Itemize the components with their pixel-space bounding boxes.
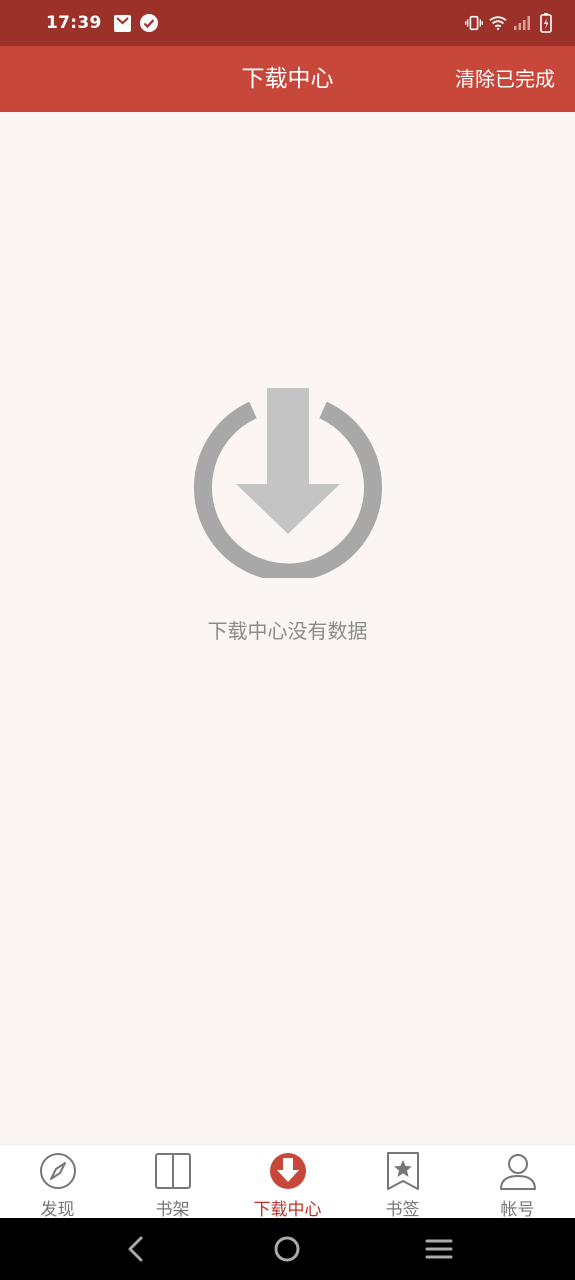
status-time: 17:39 [46,13,102,33]
clear-completed-button[interactable]: 清除已完成 [455,46,555,112]
nav-label-account: 帐号 [500,1200,535,1220]
empty-state-text: 下载中心没有数据 [207,619,368,643]
vibrate-icon [465,14,483,32]
compass-icon [38,1151,78,1191]
status-left-icons [114,14,158,32]
nav-label-bookmarks: 书签 [385,1200,420,1220]
signal-icon [513,14,531,32]
nav-item-account[interactable]: 帐号 [460,1145,575,1220]
nav-item-discover[interactable]: 发现 [0,1145,115,1220]
system-nav-bar [0,1218,575,1280]
mail-icon [114,14,132,32]
nav-item-bookshelf[interactable]: 书架 [115,1145,230,1220]
menu-icon[interactable] [419,1229,459,1269]
book-icon [153,1151,193,1191]
main-content: 下载中心没有数据 [0,112,575,1144]
bookmark-star-icon [383,1151,423,1191]
status-bar: 17:39 [0,0,575,46]
nav-item-download-center[interactable]: 下载中心 [230,1145,345,1220]
user-icon [498,1151,538,1191]
download-power-icon [193,388,383,582]
battery-icon [537,13,555,33]
nav-item-bookmarks[interactable]: 书签 [345,1145,460,1220]
back-icon[interactable] [116,1229,156,1269]
status-right-icons [465,13,555,33]
check-circle-icon [139,14,158,32]
nav-label-discover: 发现 [40,1200,75,1220]
nav-label-bookshelf: 书架 [155,1200,190,1220]
download-icon [268,1151,308,1191]
bottom-nav: 发现 书架 下载中心 书签 帐号 [0,1144,575,1220]
wifi-icon [489,14,507,32]
nav-label-download-center: 下载中心 [253,1200,322,1220]
app-bar: 下载中心 清除已完成 [0,46,575,112]
home-icon[interactable] [267,1229,307,1269]
